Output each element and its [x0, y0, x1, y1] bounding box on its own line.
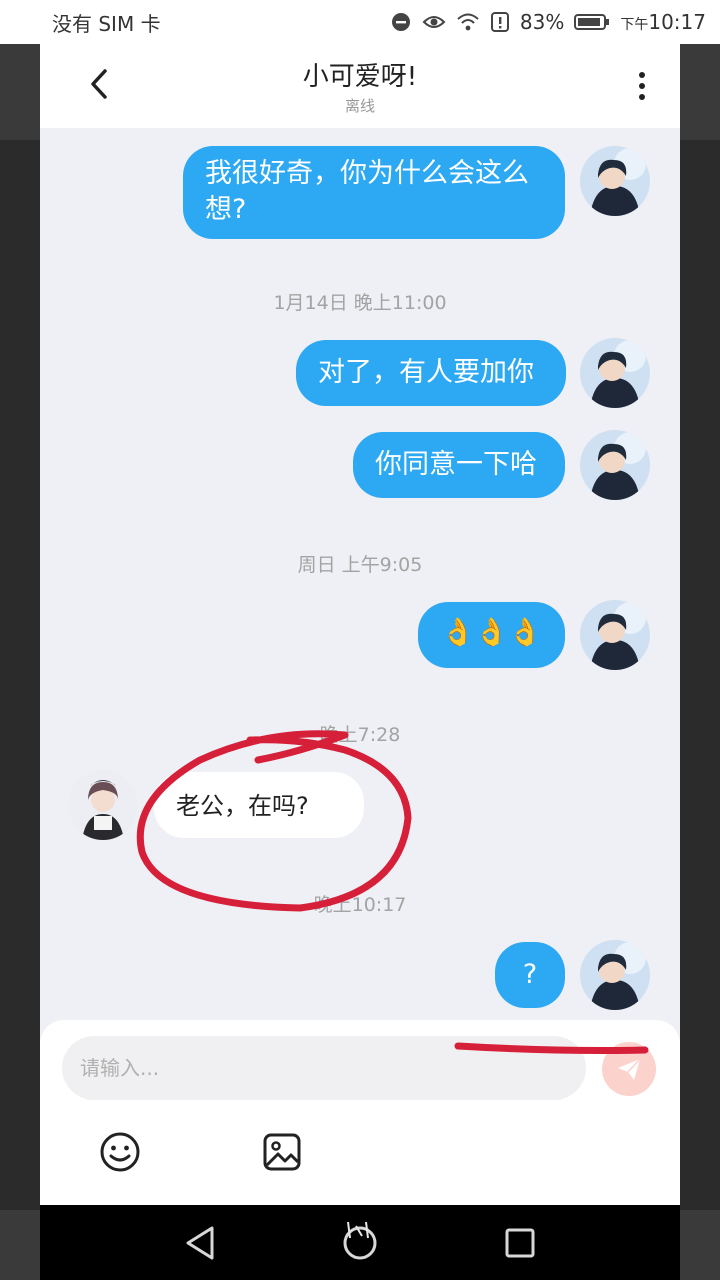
message-row: 👌👌👌 — [40, 600, 680, 672]
message-text: 对了，有人要加你 — [318, 357, 534, 388]
send-button[interactable] — [602, 1042, 656, 1096]
message-bubble-outgoing[interactable]: 对了，有人要加你 — [296, 340, 566, 406]
back-button[interactable] — [82, 64, 116, 104]
message-bubble-outgoing[interactable]: 我很好奇，你为什么会这么 想? — [183, 146, 565, 239]
message-text: 老公，在吗? — [176, 792, 309, 820]
image-button[interactable] — [260, 1130, 304, 1174]
message-row: 老公，在吗? — [40, 770, 680, 842]
message-bubble-outgoing[interactable]: 👌👌👌 — [418, 602, 565, 668]
nav-recents-icon — [505, 1228, 535, 1258]
wifi-icon — [457, 13, 479, 31]
message-text: 👌👌👌 — [441, 617, 542, 648]
status-bar: 没有 SIM 卡 83% 下午10:17 — [0, 0, 720, 44]
my-avatar[interactable] — [580, 146, 650, 216]
more-button[interactable] — [630, 66, 654, 106]
message-row: 你同意一下哈 — [40, 430, 680, 502]
status-time: 10:17 — [648, 10, 706, 34]
emoji-icon — [100, 1132, 140, 1172]
timestamp: 周日 上午9:05 — [297, 554, 423, 576]
chat-header: 小可爱呀! 离线 — [40, 44, 680, 128]
message-text-line: 想? — [205, 194, 247, 225]
message-row: ? — [40, 940, 680, 1012]
nav-back-icon — [186, 1226, 214, 1260]
timestamp: 晚上7:28 — [319, 724, 401, 746]
contact-name: 小可爱呀! — [302, 62, 418, 92]
alert-icon — [490, 12, 509, 32]
input-placeholder: 请输入... — [80, 1056, 160, 1080]
eye-icon — [422, 16, 446, 28]
message-row: 对了，有人要加你 — [40, 338, 680, 410]
contact-avatar[interactable] — [68, 770, 138, 840]
dnd-icon — [391, 13, 410, 31]
contact-status: 离线 — [344, 97, 375, 115]
nav-back-button[interactable] — [182, 1223, 222, 1263]
chat-screen: 小可爱呀! 离线 我很好奇，你为什么会这么 想? 1月14日 晚上11:00 对… — [40, 0, 680, 1205]
timestamp: 晚上10:17 — [313, 894, 407, 916]
nav-home-button[interactable] — [340, 1223, 380, 1263]
back-icon — [91, 69, 107, 99]
my-avatar[interactable] — [580, 940, 650, 1010]
emoji-button[interactable] — [98, 1130, 142, 1174]
more-icon — [639, 72, 645, 78]
my-avatar[interactable] — [580, 430, 650, 500]
my-avatar[interactable] — [580, 338, 650, 408]
message-text: 你同意一下哈 — [375, 449, 537, 480]
composer-panel: 请输入... — [40, 1020, 680, 1205]
status-ampm: 下午 — [620, 17, 649, 33]
nav-home-icon — [343, 1226, 377, 1260]
send-icon — [618, 1058, 641, 1080]
message-row: 我很好奇，你为什么会这么 想? — [40, 146, 680, 242]
image-icon — [263, 1133, 301, 1171]
carrier-label: 没有 SIM 卡 — [52, 11, 161, 36]
battery-percent: 83% — [519, 10, 565, 34]
system-nav-bar — [40, 1205, 680, 1280]
message-bubble-outgoing[interactable]: ? — [495, 942, 565, 1008]
message-bubble-incoming[interactable]: 老公，在吗? — [154, 772, 364, 838]
my-avatar[interactable] — [580, 600, 650, 670]
nav-recents-button[interactable] — [500, 1223, 540, 1263]
message-text: ? — [522, 959, 538, 990]
message-text-line: 我很好奇，你为什么会这么 — [205, 158, 529, 189]
timestamp: 1月14日 晚上11:00 — [273, 292, 447, 314]
message-input[interactable]: 请输入... — [62, 1036, 586, 1100]
message-bubble-outgoing[interactable]: 你同意一下哈 — [353, 432, 565, 498]
battery-icon — [574, 14, 610, 30]
